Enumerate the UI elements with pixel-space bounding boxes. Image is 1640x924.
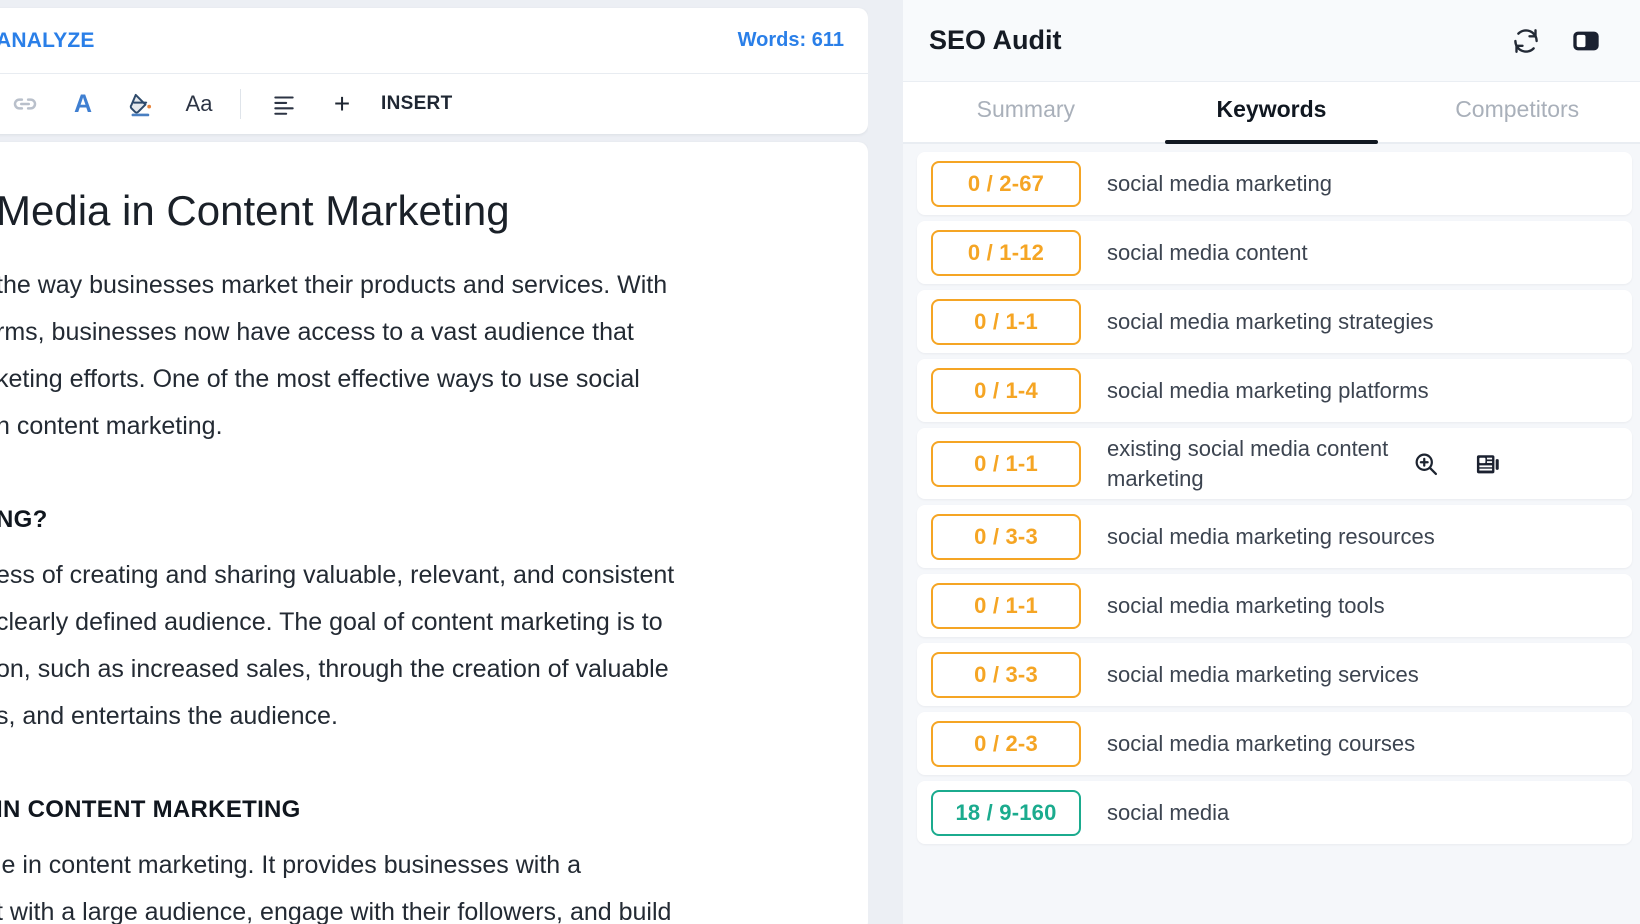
tab-keywords[interactable]: Keywords	[1149, 82, 1395, 144]
document-paragraph: the way businesses market their products…	[0, 271, 668, 300]
keyword-label: social media	[1107, 800, 1230, 826]
seo-panel-tabs: Summary Keywords Competitors	[903, 82, 1640, 144]
keyword-score-badge: 18 / 9-160	[931, 789, 1081, 836]
zoom-in-icon[interactable]	[1411, 449, 1441, 479]
font-size-icon[interactable]: Aa	[170, 82, 228, 126]
insert-button[interactable]: INSERT	[381, 93, 452, 115]
keyword-row[interactable]: 0 / 2-3 social media marketing courses	[917, 712, 1632, 776]
document-paragraph: rms, businesses now have access to a vas…	[0, 318, 634, 347]
document-heading: NG?	[0, 506, 48, 534]
document-paragraph: ess of creating and sharing valuable, re…	[0, 561, 675, 590]
article-icon[interactable]	[1473, 449, 1503, 479]
keyword-row[interactable]: 18 / 9-160 social media	[917, 781, 1632, 845]
keyword-label: social media marketing courses	[1107, 731, 1416, 757]
editor-toolbar-card: ANALYZE Words: 611 A Aa + INSERT	[0, 8, 868, 134]
toolbar-divider	[240, 89, 241, 119]
document-paragraph: s, and entertains the audience.	[0, 702, 338, 731]
keyword-score-badge: 0 / 2-3	[931, 720, 1081, 767]
tab-summary[interactable]: Summary	[903, 82, 1149, 142]
keyword-score-badge: 0 / 3-3	[931, 651, 1081, 698]
word-count-label: Words: 611	[737, 29, 844, 51]
editor-pane: ANALYZE Words: 611 A Aa + INSERT Media i…	[0, 0, 868, 924]
keyword-label: social media marketing	[1107, 170, 1332, 196]
keyword-score-badge: 0 / 1-4	[931, 367, 1081, 414]
tab-competitors[interactable]: Competitors	[1394, 82, 1640, 142]
keyword-score-badge: 0 / 3-3	[931, 513, 1081, 560]
document-paragraph: keting efforts. One of the most effectiv…	[0, 365, 640, 394]
keyword-label: social media marketing strategies	[1107, 308, 1434, 334]
document-paragraph: on, such as increased sales, through the…	[0, 655, 669, 684]
formatting-toolbar: A Aa + INSERT	[0, 74, 868, 134]
keyword-label: social media marketing services	[1107, 662, 1419, 688]
keyword-label: existing social media content marketing	[1107, 436, 1389, 491]
keyword-score-badge: 0 / 1-12	[931, 229, 1081, 276]
panel-title: SEO Audit	[929, 25, 1062, 55]
insert-plus-glyph: +	[333, 88, 351, 119]
document-paragraph: t with a large audience, engage with the…	[0, 898, 672, 924]
text-color-icon[interactable]: A	[54, 82, 112, 126]
keyword-row[interactable]: 0 / 1-1 existing social media content mar…	[917, 428, 1632, 500]
seo-panel-header: SEO Audit	[903, 0, 1640, 82]
keyword-row-actions	[1411, 449, 1503, 479]
pane-divider[interactable]	[868, 0, 903, 924]
document-heading: IN CONTENT MARKETING	[0, 796, 301, 824]
keyword-score-badge: 0 / 1-1	[931, 582, 1081, 629]
keyword-score-badge: 0 / 1-1	[931, 440, 1081, 487]
font-size-glyph: Aa	[185, 91, 213, 116]
align-left-icon[interactable]	[255, 82, 313, 126]
keyword-row[interactable]: 0 / 1-12 social media content	[917, 221, 1632, 284]
keyword-score-badge: 0 / 1-1	[931, 298, 1081, 345]
keyword-row[interactable]: 0 / 3-3 social media marketing services	[917, 643, 1632, 707]
keyword-row[interactable]: 0 / 2-67 social media marketing	[917, 152, 1632, 215]
keyword-label: social media marketing resources	[1107, 524, 1435, 550]
toggle-panel-icon[interactable]	[1564, 19, 1608, 63]
text-color-glyph: A	[73, 89, 93, 118]
insert-plus-icon[interactable]: +	[313, 82, 371, 126]
keyword-list[interactable]: 0 / 2-67 social media marketing 0 / 1-12 so…	[903, 144, 1640, 924]
analyze-button[interactable]: ANALYZE	[0, 29, 95, 53]
analyze-bar: ANALYZE Words: 611	[0, 8, 868, 74]
link-icon[interactable]	[0, 82, 54, 126]
keyword-label: social media marketing tools	[1107, 593, 1385, 619]
keyword-score-badge: 0 / 2-67	[931, 160, 1081, 207]
keyword-row[interactable]: 0 / 1-1 social media marketing strategies	[917, 290, 1632, 353]
document-canvas[interactable]: Media in Content Marketing the way busin…	[0, 142, 868, 924]
keyword-row[interactable]: 0 / 3-3 social media marketing resources	[917, 505, 1632, 569]
document-paragraph: le in content marketing. It provides bus…	[0, 851, 582, 880]
document-paragraph: clearly defined audience. The goal of co…	[0, 608, 663, 637]
seo-audit-panel: SEO Audit Summary Keywords Competitors 0…	[903, 0, 1640, 924]
refresh-icon[interactable]	[1504, 19, 1548, 63]
document-paragraph: n content marketing.	[0, 412, 223, 441]
keyword-row[interactable]: 0 / 1-1 social media marketing tools	[917, 574, 1632, 638]
keyword-label: social media marketing platforms	[1107, 377, 1429, 403]
keyword-row[interactable]: 0 / 1-4 social media marketing platforms	[917, 359, 1632, 422]
document-title: Media in Content Marketing	[0, 187, 510, 234]
fill-color-icon[interactable]	[112, 82, 170, 126]
app-root: ANALYZE Words: 611 A Aa + INSERT Media i…	[0, 0, 1640, 924]
keyword-label: social media content	[1107, 239, 1308, 265]
